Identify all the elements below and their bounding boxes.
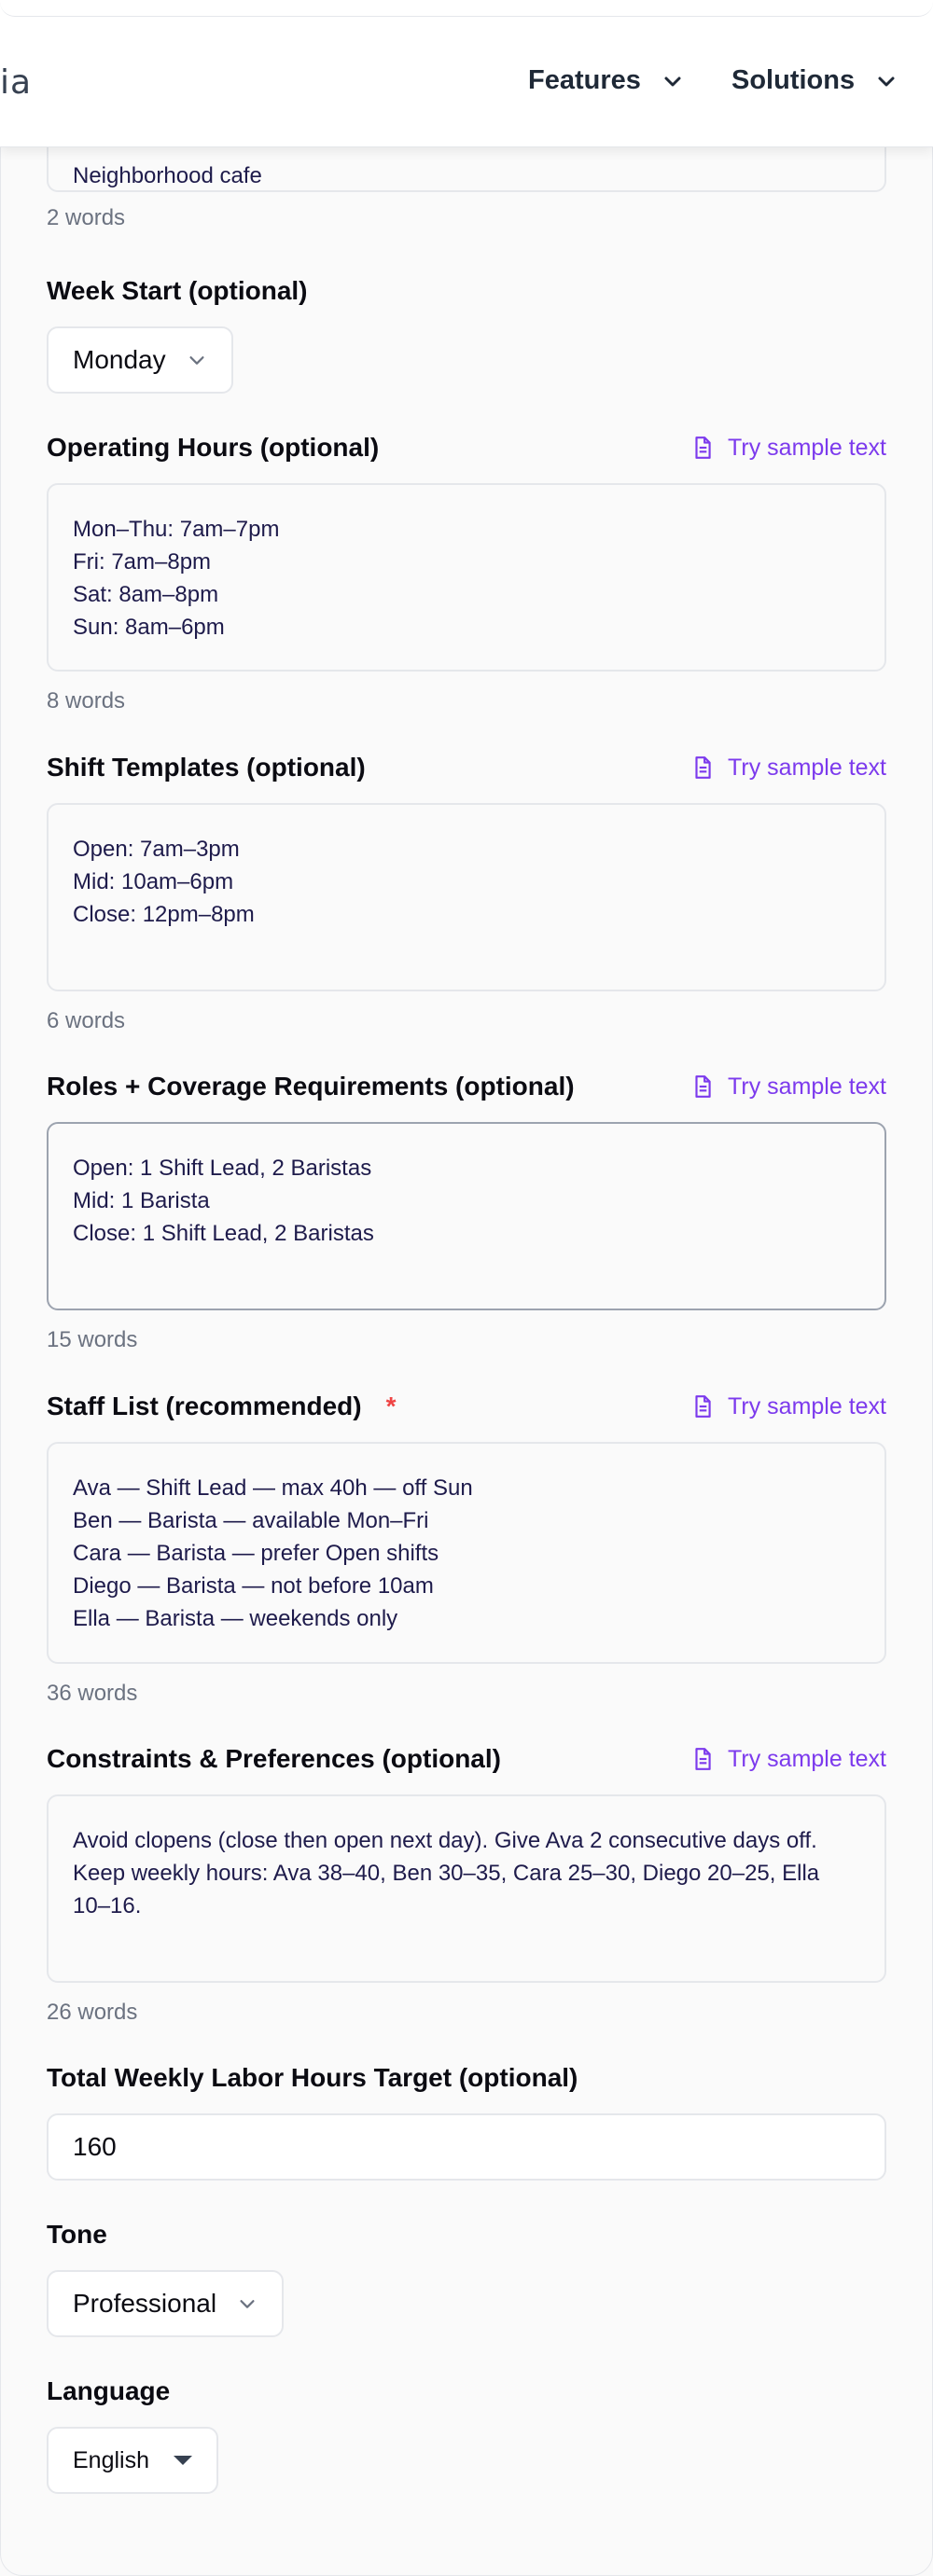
nav-solutions-label: Solutions [731,65,856,95]
constraints-label: Constraints & Preferences (optional) [47,1744,501,1773]
tone-select[interactable]: Professional [47,2270,285,2337]
labor-hours-input[interactable]: 160 [47,2113,886,2181]
chevron-down-icon [189,356,204,365]
labor-hours-field: Total Weekly Labor Hours Target (optiona… [47,2059,886,2181]
constraints-textarea[interactable]: Avoid clopens (close then open next day)… [47,1794,886,1983]
shift-templates-field: Shift Templates (optional) Try sample te… [47,749,886,1034]
shift-templates-word-count: 6 words [47,1008,126,1033]
try-sample-shift-templates[interactable]: Try sample text [690,755,886,782]
chevron-down-icon [878,76,895,86]
try-sample-label: Try sample text [728,1392,886,1420]
try-sample-constraints[interactable]: Try sample text [690,1746,886,1773]
document-icon [695,756,711,779]
week-start-select[interactable]: Monday [47,326,233,394]
try-sample-roles[interactable]: Try sample text [690,1073,886,1101]
constraints-field: Constraints & Preferences (optional) Try… [47,1740,886,2026]
try-sample-label: Try sample text [728,1073,886,1100]
week-start-field: Week Start (optional) Monday [47,272,886,394]
business-type-value: Neighborhood cafe [73,163,262,188]
staff-list-textarea[interactable]: Ava — Shift Lead — max 40h — off Sun Ben… [47,1442,886,1664]
language-value: English [73,2446,149,2473]
required-marker: * [385,1392,397,1420]
document-icon [695,1075,711,1098]
operating-hours-field: Operating Hours (optional) Try sample te… [47,429,886,714]
tone-field: Tone Professional [47,2216,886,2337]
logo[interactable]: ia [0,63,32,102]
language-field: Language English [47,2373,886,2494]
roles-textarea[interactable]: Open: 1 Shift Lead, 2 Baristas Mid: 1 Ba… [47,1122,886,1310]
shift-templates-label: Shift Templates (optional) [47,753,366,782]
week-start-value: Monday [73,345,166,374]
header-top-edge [0,0,933,17]
language-select[interactable]: English [47,2427,218,2494]
nav-features[interactable]: Features [528,65,684,96]
roles-label: Roles + Coverage Requirements (optional) [47,1072,575,1101]
document-icon [695,1748,711,1770]
try-sample-label: Try sample text [728,434,886,461]
staff-list-field: Staff List (recommended) * Try sample te… [47,1388,886,1707]
try-sample-operating-hours[interactable]: Try sample text [690,435,886,462]
nav-solutions[interactable]: Solutions [731,65,898,96]
caret-down-icon [174,2456,192,2465]
language-label: Language [47,2376,171,2405]
try-sample-label: Try sample text [728,1745,886,1772]
staff-list-label-wrap: Staff List (recommended) * [47,1392,397,1421]
week-start-label: Week Start (optional) [47,276,308,305]
operating-hours-label: Operating Hours (optional) [47,433,380,462]
staff-list-label: Staff List (recommended) [47,1392,362,1420]
shift-templates-textarea[interactable]: Open: 7am–3pm Mid: 10am–6pm Close: 12pm–… [47,803,886,991]
document-icon [695,436,711,459]
try-sample-label: Try sample text [728,754,886,781]
tone-label: Tone [47,2220,107,2249]
nav-features-label: Features [528,65,641,95]
labor-hours-label: Total Weekly Labor Hours Target (optiona… [47,2063,578,2092]
constraints-word-count: 26 words [47,2000,138,2025]
roles-field: Roles + Coverage Requirements (optional)… [47,1068,886,1353]
operating-hours-word-count: 8 words [47,688,126,713]
tone-value: Professional [73,2289,217,2318]
chevron-down-icon [664,76,681,86]
document-icon [695,1395,711,1418]
operating-hours-textarea[interactable]: Mon–Thu: 7am–7pm Fri: 7am–8pm Sat: 8am–8… [47,483,886,672]
try-sample-staff[interactable]: Try sample text [690,1393,886,1420]
roles-word-count: 15 words [47,1327,138,1352]
site-header: ia Features Solutions [0,0,933,147]
staff-list-word-count: 36 words [47,1681,138,1706]
chevron-down-icon [240,2300,255,2308]
business-type-word-count: 2 words [47,205,126,230]
